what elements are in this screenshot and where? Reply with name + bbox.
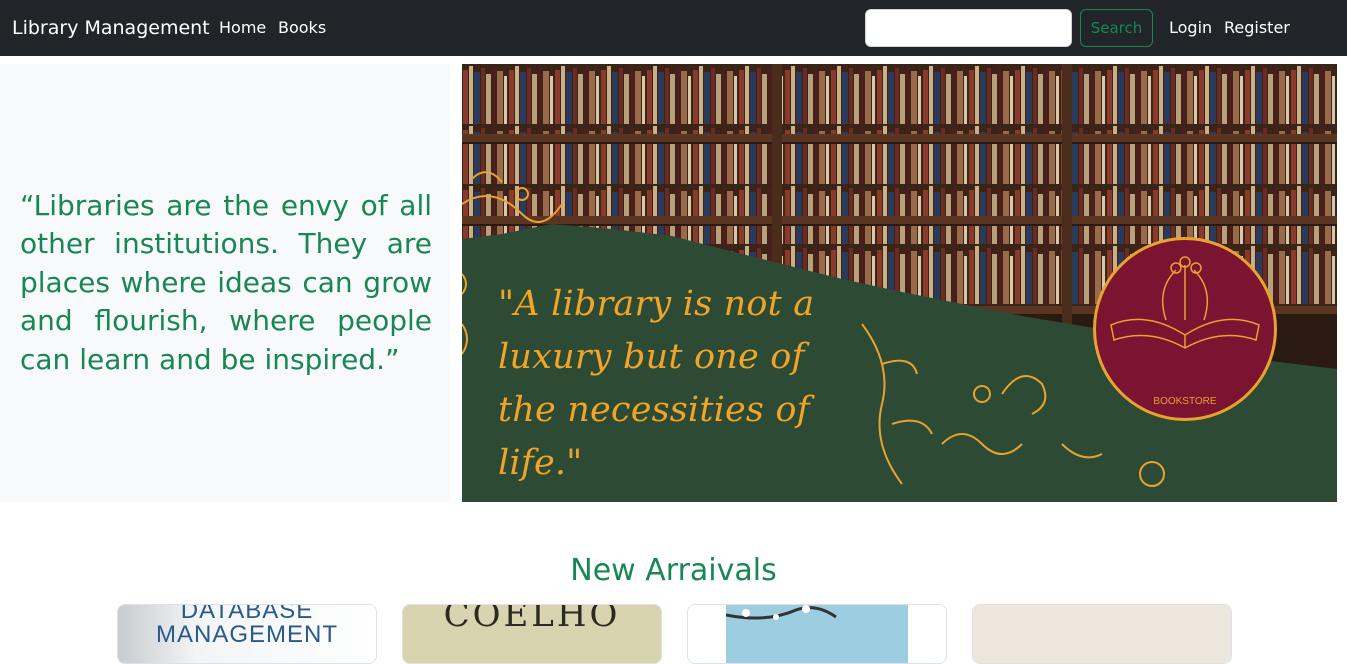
cover-artwork xyxy=(725,605,908,663)
hero-banner-image: "A library is not a luxury but one of th… xyxy=(462,64,1337,502)
search-button[interactable]: Search xyxy=(1080,9,1153,47)
register-link[interactable]: Register xyxy=(1224,17,1290,39)
book-card[interactable]: COELHO xyxy=(402,604,662,664)
book-card[interactable] xyxy=(972,604,1232,664)
section-title: New Arraivals xyxy=(570,553,777,588)
top-navbar: Library Management Home Books Search Log… xyxy=(0,0,1347,56)
bookstore-badge: BOOKSTORE xyxy=(1093,237,1277,421)
hero-quote: “Libraries are the envy of all other ins… xyxy=(20,188,432,376)
nav-link-home[interactable]: Home xyxy=(219,17,266,39)
hero-quote-panel: “Libraries are the envy of all other ins… xyxy=(0,64,450,502)
book-cover-image xyxy=(688,605,946,663)
book-card[interactable]: DATABASE MANAGEMENT xyxy=(117,604,377,664)
brand-link[interactable]: Library Management xyxy=(12,16,210,40)
login-link[interactable]: Login xyxy=(1169,17,1212,39)
book-cover-image: COELHO xyxy=(403,605,661,663)
book-cover-author: COELHO xyxy=(443,604,621,635)
badge-label: BOOKSTORE xyxy=(1153,396,1217,407)
nav-link-books[interactable]: Books xyxy=(278,17,326,39)
search-input[interactable] xyxy=(865,9,1072,47)
banner-quote: "A library is not a luxury but one of th… xyxy=(498,284,815,483)
open-book-icon xyxy=(1110,256,1260,349)
book-cover-image xyxy=(973,605,1231,663)
book-cover-title: DATABASE MANAGEMENT xyxy=(155,604,338,648)
book-card[interactable] xyxy=(687,604,947,664)
tree-branch-illustration xyxy=(725,605,837,620)
book-cover-image: DATABASE MANAGEMENT xyxy=(118,605,376,663)
